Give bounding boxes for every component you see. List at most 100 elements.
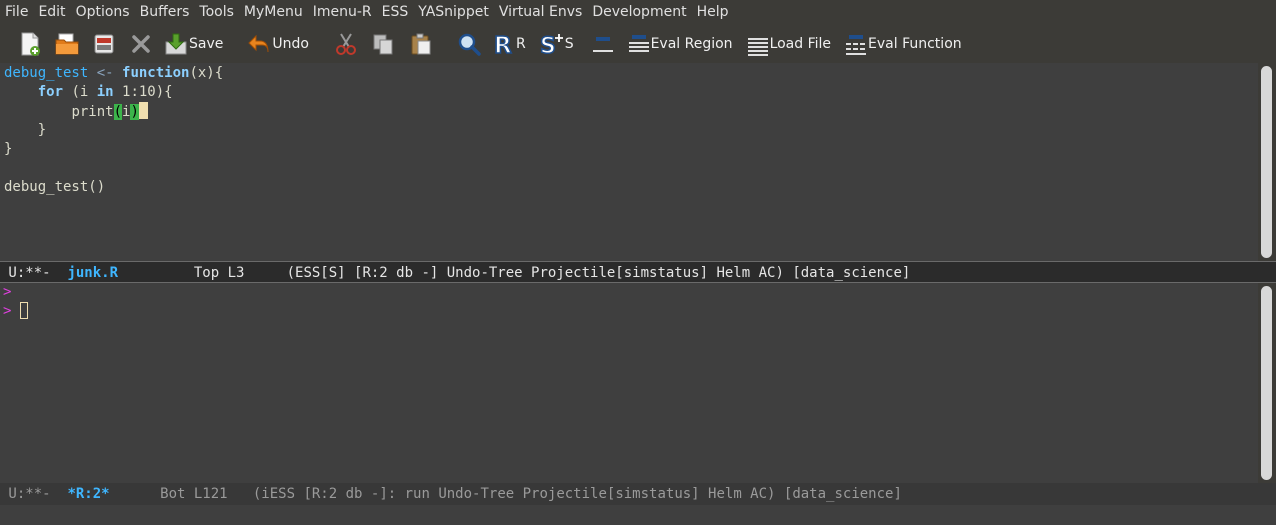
mode-line-active[interactable]: U:**- junk.R Top L3 (ESS[S] [R:2 db -] U…	[0, 261, 1276, 283]
eval-region-button[interactable]: Eval Region	[628, 29, 733, 59]
text-cursor	[138, 102, 148, 119]
cut-icon	[335, 32, 357, 56]
console-scroll-thumb[interactable]	[1261, 286, 1272, 480]
code-text: (i	[63, 84, 97, 100]
menu-mymenu[interactable]: MyMenu	[239, 0, 308, 24]
copy-button[interactable]	[371, 29, 395, 59]
code-scrollbar[interactable]	[1258, 63, 1276, 261]
repl-line: >	[0, 302, 1258, 321]
dired-icon	[92, 32, 116, 56]
new-file-icon	[18, 31, 42, 57]
close-buffer-button[interactable]	[130, 29, 152, 59]
save-icon	[164, 32, 188, 56]
code-line: for (i in 1:10){	[0, 83, 1258, 102]
code-line: }	[0, 121, 1258, 140]
menu-buffers[interactable]: Buffers	[135, 0, 195, 24]
svg-text:R: R	[494, 33, 512, 56]
r-label: R	[515, 35, 526, 52]
eval-function-button[interactable]: Eval Function	[845, 29, 962, 59]
keyword-in: in	[96, 84, 114, 100]
r-icon: R	[493, 32, 515, 56]
print-call: print	[71, 104, 114, 120]
copy-icon	[371, 32, 395, 56]
modeline-status: U:**-	[0, 486, 68, 502]
matching-paren-close: )	[130, 104, 139, 120]
eval-line-icon	[592, 32, 614, 56]
load-file-icon	[747, 32, 769, 56]
modeline-info: Bot L121 (iESS [R:2 db -]: run Undo-Tree…	[109, 486, 902, 502]
menu-tools[interactable]: Tools	[194, 0, 239, 24]
dired-button[interactable]	[92, 29, 116, 59]
s-plus-icon: S	[540, 32, 564, 56]
keyword-for: for	[37, 84, 64, 100]
undo-button[interactable]: Undo	[247, 29, 309, 59]
svg-text:S: S	[540, 34, 556, 56]
minibuffer[interactable]	[0, 505, 1276, 525]
s-label: S	[564, 35, 574, 52]
code-line: }	[0, 140, 1258, 159]
console-cursor	[19, 302, 28, 319]
repl-line: >	[0, 283, 1258, 302]
open-file-button[interactable]	[54, 29, 80, 59]
code-text: }	[4, 122, 47, 138]
menu-bar: File Edit Options Buffers Tools MyMenu I…	[0, 0, 1276, 24]
load-file-button[interactable]: Load File	[747, 29, 831, 59]
menu-virtual-envs[interactable]: Virtual Envs	[494, 0, 588, 24]
menu-development[interactable]: Development	[587, 0, 691, 24]
console-scrollbar[interactable]	[1258, 283, 1276, 483]
start-s-button[interactable]: S S	[540, 29, 574, 59]
open-folder-icon	[54, 32, 80, 56]
code-text: (x){	[189, 65, 224, 81]
function-name: debug_test	[4, 65, 89, 81]
modeline-status: U:**-	[0, 265, 68, 281]
keyword-function: function	[122, 65, 190, 81]
load-file-label: Load File	[769, 35, 832, 52]
menu-file[interactable]: File	[0, 0, 33, 24]
code-editor[interactable]: debug_test <- function(x){ for (i in 1:1…	[0, 63, 1258, 261]
code-line: debug_test()	[0, 178, 1258, 197]
toolbar: Save Undo R R S S Eval Region Load File …	[0, 24, 1276, 63]
eval-function-label: Eval Function	[868, 35, 962, 52]
code-text: 1:10){	[113, 84, 173, 100]
matching-paren-open: (	[113, 104, 123, 120]
menu-imenu-r[interactable]: Imenu-R	[308, 0, 377, 24]
modeline-info: Top L3 (ESS[S] [R:2 db -] Undo-Tree Proj…	[118, 265, 911, 281]
menu-yasnippet[interactable]: YASnippet	[413, 0, 494, 24]
search-button[interactable]	[457, 29, 481, 59]
modeline-buffer-name[interactable]: junk.R	[67, 265, 118, 281]
eval-region-icon	[628, 32, 650, 56]
close-icon	[130, 33, 152, 55]
undo-icon	[247, 33, 271, 55]
start-r-button[interactable]: R R	[493, 29, 526, 59]
undo-label: Undo	[272, 35, 309, 52]
code-text: }	[4, 141, 13, 157]
paste-button[interactable]	[409, 29, 433, 59]
mode-line-inactive[interactable]: U:**- *R:2* Bot L121 (iESS [R:2 db -]: r…	[0, 483, 1276, 505]
new-file-button[interactable]	[18, 29, 42, 59]
save-button[interactable]: Save	[164, 29, 223, 59]
code-line: print(i)	[0, 102, 1258, 121]
code-text: debug_test()	[4, 179, 106, 195]
repl-prompt: >	[3, 303, 12, 319]
save-label: Save	[189, 35, 224, 52]
eval-region-label: Eval Region	[650, 35, 733, 52]
menu-edit[interactable]: Edit	[33, 0, 70, 24]
eval-line-button[interactable]	[592, 29, 614, 59]
cut-button[interactable]	[335, 29, 357, 59]
paste-icon	[409, 32, 433, 56]
r-console[interactable]: > >	[0, 283, 1258, 483]
search-icon	[457, 32, 481, 56]
eval-function-icon	[845, 32, 867, 56]
repl-prompt: >	[3, 284, 12, 300]
menu-ess[interactable]: ESS	[377, 0, 414, 24]
code-line: debug_test <- function(x){	[0, 64, 1258, 83]
emacs-window: File Edit Options Buffers Tools MyMenu I…	[0, 0, 1276, 525]
menu-help[interactable]: Help	[692, 0, 734, 24]
menu-options[interactable]: Options	[71, 0, 135, 24]
assign-operator: <-	[88, 65, 123, 81]
modeline-buffer-name[interactable]: *R:2*	[67, 486, 109, 502]
code-scroll-thumb[interactable]	[1261, 66, 1272, 258]
